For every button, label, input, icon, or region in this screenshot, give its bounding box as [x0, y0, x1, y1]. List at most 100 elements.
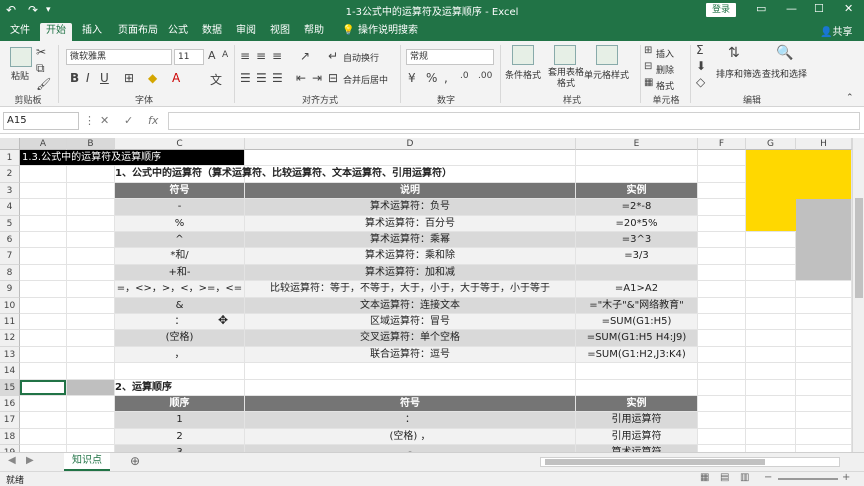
row-header-5[interactable]: 5	[0, 215, 20, 232]
table1-cell[interactable]: 联合运算符：逗号	[245, 346, 575, 363]
table1-cell[interactable]: =SUM(G1:H5)	[576, 314, 697, 330]
table1-cell[interactable]: =3^3	[576, 232, 697, 248]
table2-cell[interactable]: 引用运算符	[576, 412, 697, 428]
row-header-12[interactable]: 12	[0, 330, 20, 347]
prev-sheet-icon[interactable]: ◀	[8, 455, 16, 466]
font-size-select[interactable]: 11	[174, 49, 204, 65]
tab-home[interactable]: 开始	[40, 23, 72, 41]
column-header-d[interactable]: D	[245, 138, 576, 150]
table1-cell[interactable]: 交叉运算符：单个空格	[245, 330, 575, 346]
sheet-tab-knowledge[interactable]: 知识点	[64, 453, 110, 471]
row-header-7[interactable]: 7	[0, 248, 20, 265]
row-header-3[interactable]: 3	[0, 182, 20, 200]
table2-cell[interactable]: ：	[245, 412, 575, 428]
table1-cell[interactable]: 文本运算符：连接文本	[245, 297, 575, 313]
tab-data[interactable]: 数据	[202, 23, 222, 41]
table1-cell[interactable]: (空格)	[115, 330, 244, 346]
ribbon-display-icon[interactable]: ▭	[756, 2, 766, 15]
share-button[interactable]: 👤共享	[820, 23, 852, 38]
tab-file[interactable]: 文件	[10, 23, 30, 41]
table2-cell[interactable]: 引用运算符	[576, 428, 697, 445]
table2-cell[interactable]: 2	[115, 428, 244, 445]
table1-header[interactable]: 实例	[576, 182, 697, 199]
tab-page-layout[interactable]: 页面布局	[118, 23, 158, 41]
horizontal-scroll-thumb[interactable]	[545, 459, 765, 465]
table1-cell[interactable]: ="木子"&"网络教育"	[576, 297, 697, 313]
section2-heading[interactable]: 2、运算顺序	[115, 380, 244, 395]
normal-view-icon[interactable]: ▦	[700, 472, 709, 483]
tab-formulas[interactable]: 公式	[168, 23, 188, 41]
minimize-icon[interactable]: —	[786, 2, 797, 15]
formula-input[interactable]	[168, 112, 860, 130]
decrease-font-icon[interactable]: A	[222, 50, 228, 60]
table2-cell[interactable]: -	[245, 445, 575, 452]
add-sheet-icon[interactable]: ⊕	[130, 454, 140, 468]
wrap-text-icon[interactable]: ↵	[328, 49, 338, 63]
row-header-2[interactable]: 2	[0, 166, 20, 183]
tab-help[interactable]: 帮助	[304, 23, 324, 41]
vertical-scroll-thumb[interactable]	[855, 198, 863, 298]
table1-header[interactable]: 符号	[115, 182, 244, 199]
table1-cell[interactable]: =，<>，>，<，>=，<=	[115, 281, 244, 297]
table1-cell[interactable]: =SUM(G1:H2,J3:K4)	[576, 346, 697, 363]
next-sheet-icon[interactable]: ▶	[26, 455, 34, 466]
table1-cell[interactable]: 算术运算符：乘幂	[245, 232, 575, 248]
row-header-1[interactable]: 1	[0, 150, 20, 167]
table1-cell[interactable]: =2*-8	[576, 199, 697, 215]
table1-header[interactable]: 说明	[245, 182, 575, 199]
align-left-icon[interactable]: ☰	[240, 71, 251, 85]
column-header-h[interactable]: H	[796, 138, 852, 150]
merge-center-icon[interactable]: ⊟	[328, 71, 338, 85]
table1-cell[interactable]: =SUM(G1:H5 H4:J9)	[576, 330, 697, 346]
align-center-icon[interactable]: ☰	[256, 71, 267, 85]
active-cell-a15[interactable]	[20, 379, 66, 395]
table2-header[interactable]: 顺序	[115, 396, 244, 412]
table1-cell[interactable]: *和/	[115, 248, 244, 264]
cancel-icon[interactable]: ✕	[100, 114, 109, 127]
table1-cell[interactable]: 区域运算符：冒号	[245, 314, 575, 330]
format-cells-button[interactable]: 格式	[656, 79, 674, 92]
copy-icon[interactable]: ⧉	[36, 61, 45, 76]
table2-cell[interactable]: 1	[115, 412, 244, 428]
phonetic-icon[interactable]: 文	[210, 71, 222, 88]
table2-cell[interactable]: 3	[115, 445, 244, 452]
row-header-14[interactable]: 14	[0, 363, 20, 380]
increase-font-icon[interactable]: A	[208, 49, 216, 62]
table2-header[interactable]: 符号	[245, 396, 575, 412]
format-painter-icon[interactable]: 🖌	[36, 77, 51, 91]
comma-style-icon[interactable]: ,	[444, 71, 448, 85]
close-icon[interactable]: ✕	[844, 2, 853, 15]
horizontal-scrollbar[interactable]	[540, 457, 840, 467]
sheet-title-cell[interactable]: 1.3.公式中的运算符及运算顺序	[20, 150, 244, 166]
paste-icon[interactable]	[10, 47, 32, 67]
cell-style-button[interactable]: 单元格样式	[584, 68, 629, 81]
table1-cell[interactable]: =20*5%	[576, 215, 697, 231]
percent-icon[interactable]: %	[426, 71, 437, 85]
column-header-g[interactable]: G	[746, 138, 796, 150]
insert-function-icon[interactable]: fx	[148, 114, 158, 127]
font-name-select[interactable]: 微软雅黑	[66, 49, 172, 65]
column-header-e[interactable]: E	[576, 138, 698, 150]
zoom-out-icon[interactable]: −	[764, 472, 772, 483]
tab-view[interactable]: 视图	[270, 23, 290, 41]
number-format-select[interactable]: 常规	[406, 49, 494, 65]
sort-filter-icon[interactable]: ⇅	[728, 45, 740, 61]
italic-icon[interactable]: I	[86, 71, 90, 85]
collapse-ribbon-icon[interactable]: ⌃	[846, 93, 854, 103]
row-header-15[interactable]: 15	[0, 379, 20, 396]
column-header-a[interactable]: A	[20, 138, 67, 150]
decrease-decimal-icon[interactable]: .00	[478, 71, 492, 81]
wrap-text-button[interactable]: 自动换行	[343, 51, 379, 64]
table1-cell[interactable]: ^	[115, 232, 244, 248]
table1-cell[interactable]: 算术运算符：加和减	[245, 264, 575, 281]
row-header-16[interactable]: 16	[0, 396, 20, 413]
row-header-9[interactable]: 9	[0, 281, 20, 298]
cell-style-icon[interactable]	[596, 45, 618, 65]
row-header-19[interactable]: 19	[0, 445, 20, 452]
decrease-indent-icon[interactable]: ⇤	[296, 71, 306, 85]
table-format-icon[interactable]	[554, 45, 576, 65]
merge-center-button[interactable]: 合并后居中	[343, 73, 388, 86]
table1-cell[interactable]: 算术运算符：乘和除	[245, 248, 575, 264]
table1-cell[interactable]: ，	[115, 346, 244, 363]
delete-cells-icon[interactable]: ⊟	[644, 61, 652, 72]
